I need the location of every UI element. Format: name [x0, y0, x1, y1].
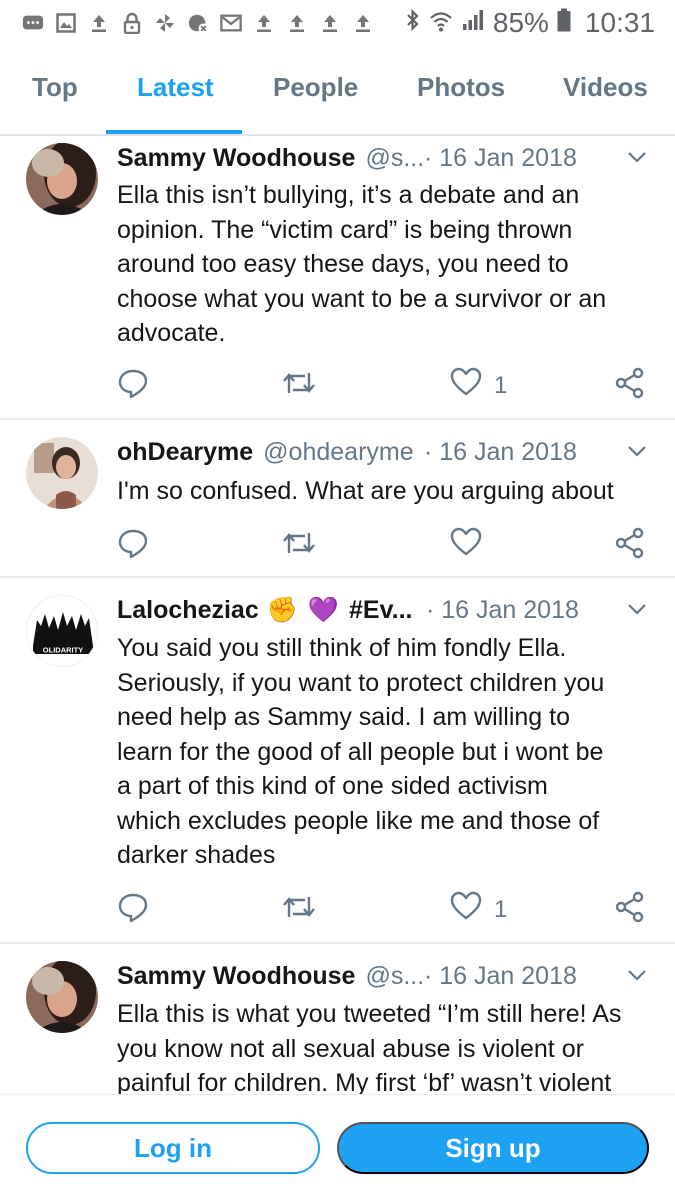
wifi-icon	[429, 7, 453, 39]
tweet-feed[interactable]: Sammy Woodhouse @s... · 16 Jan 2018 Ella…	[0, 138, 675, 1094]
reply-icon[interactable]	[117, 367, 149, 399]
chevron-down-icon[interactable]	[627, 436, 647, 465]
fist-emoji: ✊	[266, 596, 298, 624]
reply-icon[interactable]	[117, 891, 149, 923]
tweet-actions: 1	[117, 891, 657, 925]
like-button[interactable]	[450, 527, 482, 564]
tweet[interactable]: OLIDARITY Lalocheziac ✊ 💜 #Ev... · 16 Ja…	[0, 578, 675, 944]
user-handle[interactable]: @s...	[365, 144, 424, 173]
tab-top[interactable]: Top	[32, 72, 78, 103]
chevron-down-icon[interactable]	[627, 142, 647, 171]
share-icon[interactable]	[615, 527, 645, 559]
search-tabs: Top Latest People Photos Videos	[0, 46, 675, 136]
battery-percent: 85%	[492, 7, 549, 38]
user-handle[interactable]: #Ev...	[349, 596, 412, 625]
user-handle[interactable]: @s...	[365, 962, 424, 991]
heart-icon	[450, 367, 482, 404]
auth-bar: Log in Sign up	[0, 1094, 675, 1200]
tab-people[interactable]: People	[273, 72, 358, 103]
chevron-down-icon[interactable]	[627, 594, 647, 623]
notification-icons	[22, 12, 374, 34]
avatar[interactable]	[26, 143, 98, 215]
chat-icon	[22, 12, 44, 34]
avatar[interactable]: OLIDARITY	[26, 595, 98, 667]
tweet-header: ohDearyme @ohdearyme · 16 Jan 2018	[117, 438, 655, 467]
tab-photos[interactable]: Photos	[417, 72, 505, 103]
bluetooth-icon	[405, 7, 421, 39]
chevron-down-icon[interactable]	[627, 960, 647, 989]
tab-latest[interactable]: Latest	[137, 72, 214, 103]
display-name[interactable]: Sammy Woodhouse	[117, 962, 355, 991]
tweet-header: Lalocheziac ✊ 💜 #Ev... · 16 Jan 2018	[117, 596, 655, 625]
tweet-date[interactable]: · 16 Jan 2018	[424, 962, 577, 991]
pinwheel-icon	[154, 12, 176, 34]
avatar[interactable]	[26, 961, 98, 1033]
tweet-text: I'm so confused. What are you arguing ab…	[117, 477, 614, 505]
purple-heart-emoji: 💜	[307, 596, 340, 624]
retweet-icon[interactable]	[281, 891, 317, 923]
like-button[interactable]: 1	[450, 891, 507, 928]
tweet-text: Ella this is what you tweeted “I’m still…	[117, 1000, 622, 1094]
image-icon	[55, 12, 77, 34]
tweet-actions: 1	[117, 367, 657, 401]
login-button[interactable]: Log in	[26, 1122, 320, 1174]
heart-icon	[450, 891, 482, 928]
tweet-header: Sammy Woodhouse @s... · 16 Jan 2018	[117, 144, 655, 173]
tweet[interactable]: Sammy Woodhouse @s... · 16 Jan 2018 Ella…	[0, 138, 675, 420]
alarm-off-icon	[187, 12, 209, 34]
mail-icon	[220, 12, 242, 34]
upload-icon	[88, 12, 110, 34]
avatar-logo-text: OLIDARITY	[43, 646, 83, 655]
upload-icon	[352, 12, 374, 34]
like-count: 1	[494, 371, 508, 399]
upload-icon	[253, 12, 275, 34]
display-name[interactable]: ohDearyme	[117, 438, 253, 467]
tab-videos[interactable]: Videos	[563, 72, 648, 103]
display-name[interactable]: Sammy Woodhouse	[117, 144, 355, 173]
tweet-actions	[117, 527, 657, 561]
status-bar: 85% 10:31	[0, 0, 675, 46]
retweet-icon[interactable]	[281, 527, 317, 559]
tweet[interactable]: Sammy Woodhouse @s... · 16 Jan 2018 Ella…	[0, 944, 675, 1094]
like-count: 1	[494, 895, 508, 923]
tweet-date[interactable]: · 16 Jan 2018	[426, 596, 579, 625]
signal-icon	[461, 7, 485, 39]
signup-button[interactable]: Sign up	[337, 1122, 649, 1174]
like-button[interactable]: 1	[450, 367, 507, 404]
avatar[interactable]	[26, 437, 98, 509]
tweet[interactable]: ohDearyme @ohdearyme · 16 Jan 2018 I'm s…	[0, 420, 675, 578]
tweet-text: You said you still think of him fondly E…	[117, 634, 605, 869]
share-icon[interactable]	[615, 891, 645, 923]
heart-icon	[450, 527, 482, 564]
upload-icon	[319, 12, 341, 34]
clock: 10:31	[584, 7, 655, 38]
tweet-text: Ella this isn’t bullying, it’s a debate …	[117, 181, 607, 347]
display-name[interactable]: Lalocheziac	[117, 596, 259, 625]
tweet-header: Sammy Woodhouse @s... · 16 Jan 2018	[117, 962, 655, 991]
upload-icon	[286, 12, 308, 34]
share-icon[interactable]	[615, 367, 645, 399]
retweet-icon[interactable]	[281, 367, 317, 399]
battery-icon	[557, 7, 571, 39]
active-tab-indicator	[106, 130, 242, 134]
tweet-date[interactable]: · 16 Jan 2018	[424, 438, 577, 467]
reply-icon[interactable]	[117, 527, 149, 559]
tweet-date[interactable]: · 16 Jan 2018	[424, 144, 577, 173]
lock-icon	[121, 12, 143, 34]
system-status: 85% 10:31	[405, 7, 655, 39]
user-handle[interactable]: @ohdearyme	[263, 438, 413, 467]
